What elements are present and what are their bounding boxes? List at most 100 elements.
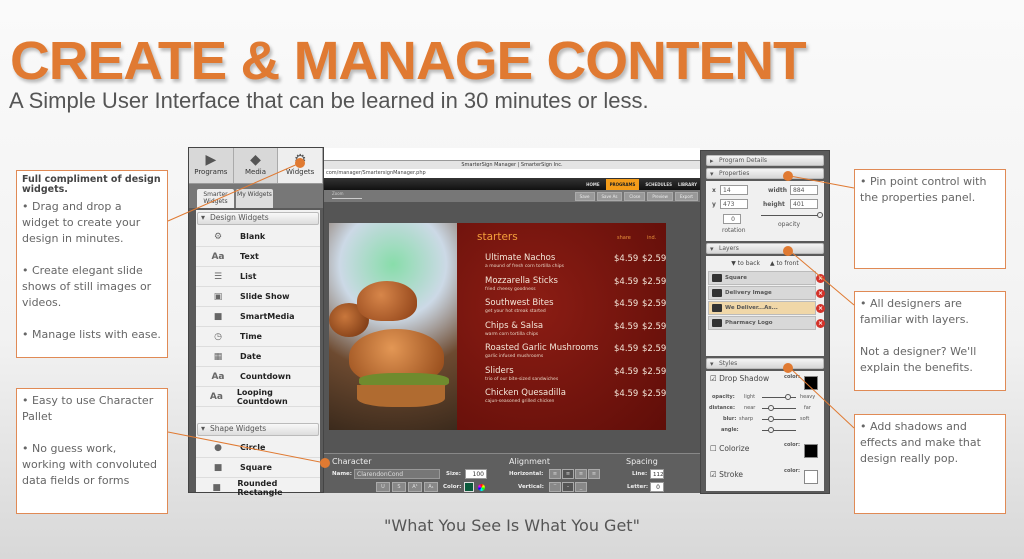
subtab-smarter-widgets[interactable]: Smarter Widgets <box>197 189 234 208</box>
nav-home[interactable]: HOME <box>586 182 599 187</box>
widget-item[interactable]: ☰ List <box>196 267 320 287</box>
alignment-heading: Alignment <box>509 457 550 466</box>
url-bar[interactable]: com/manager/SmartersignManager.php <box>324 169 700 178</box>
tab-programs[interactable]: ▶ Programs <box>189 148 234 183</box>
widget-item[interactable]: Aa Countdown <box>196 367 320 387</box>
opacity-slider[interactable] <box>761 215 819 216</box>
tab-label: Media <box>244 168 267 176</box>
menu-item-desc: fried cheesy goodness <box>485 286 536 292</box>
to-back-button[interactable]: ▼ to back <box>731 260 760 267</box>
subtab-my-widgets[interactable]: My Widgets <box>236 189 273 208</box>
visibility-icon[interactable] <box>712 289 722 297</box>
valign-top-button[interactable]: ‾ <box>549 482 561 492</box>
preview-button[interactable]: Preview <box>647 191 673 201</box>
widget-item[interactable]: ■ SmartMedia <box>196 307 320 327</box>
nav-programs[interactable]: PROGRAMS <box>605 178 640 190</box>
save-as-button[interactable]: Save As <box>596 191 623 201</box>
color-label: Color: <box>443 484 462 490</box>
layer-row[interactable]: Square × <box>708 271 825 285</box>
slider-knob[interactable] <box>785 394 791 400</box>
tab-label: Widgets <box>286 168 315 176</box>
color-wheel-icon[interactable] <box>478 484 485 491</box>
underline-button[interactable]: U <box>376 482 390 492</box>
stroke-checkbox[interactable]: ☑ Stroke <box>710 470 743 479</box>
layer-name: Square <box>725 275 747 281</box>
shape-widgets-section[interactable]: Shape Widgets <box>197 423 319 436</box>
delete-layer-icon[interactable]: × <box>816 318 825 328</box>
drop-shadow-checkbox[interactable]: ☑ Drop Shadow <box>710 374 769 383</box>
callout-properties: • Pin point control with the properties … <box>854 169 1006 269</box>
align-center-button[interactable]: ≡ <box>562 469 574 479</box>
menu-board: starters share ind. Ultimate Nachos a mou… <box>477 231 666 411</box>
color-swatch[interactable] <box>464 482 474 492</box>
properties-header[interactable]: Properties <box>706 168 824 179</box>
layers-header[interactable]: Layers <box>706 243 824 254</box>
align-right-button[interactable]: ≡ <box>575 469 587 479</box>
strike-button[interactable]: S <box>392 482 406 492</box>
tab-media[interactable]: ◆ Media <box>234 148 279 183</box>
visibility-icon[interactable] <box>712 274 722 282</box>
line-spacing-input[interactable]: 112 <box>650 469 664 479</box>
export-button[interactable]: Export <box>674 191 698 201</box>
shape-item[interactable]: ■ Rounded Rectangle <box>196 478 320 498</box>
visibility-icon[interactable] <box>712 319 722 327</box>
shape-item[interactable]: ■ Square <box>196 458 320 478</box>
letter-spacing-input[interactable]: 0 <box>650 482 664 492</box>
slider-knob[interactable] <box>768 416 774 422</box>
menu-item-desc: warm corn tortilla chips <box>485 331 539 337</box>
opacity-knob[interactable] <box>817 212 823 218</box>
to-front-button[interactable]: ▲ to front <box>770 260 799 267</box>
design-widgets-section[interactable]: Design Widgets <box>197 212 319 225</box>
widget-icon: ▣ <box>213 291 223 302</box>
close-button[interactable]: Close <box>624 191 646 201</box>
program-details-header[interactable]: Program Details <box>706 155 824 166</box>
colorize-color-swatch[interactable] <box>804 444 818 458</box>
x-input[interactable]: 14 <box>720 185 748 195</box>
widget-icon: Aa <box>211 371 225 382</box>
layer-row[interactable]: Delivery Image × <box>708 286 825 300</box>
valign-bottom-button[interactable]: _ <box>575 482 587 492</box>
styles-header[interactable]: Styles <box>706 358 824 369</box>
height-input[interactable]: 401 <box>790 199 818 209</box>
width-input[interactable]: 884 <box>790 185 818 195</box>
slider-knob[interactable] <box>768 427 774 433</box>
save-button[interactable]: Save <box>574 191 595 201</box>
visibility-icon[interactable] <box>712 304 722 312</box>
widget-icon: ◷ <box>214 331 222 342</box>
font-select[interactable]: ClarendonCond <box>354 469 440 479</box>
design-canvas[interactable]: starters share ind. Ultimate Nachos a mou… <box>329 223 666 430</box>
shape-item[interactable]: ● Circle <box>196 438 320 458</box>
price-ind: $2.59 <box>642 276 667 287</box>
widget-item[interactable]: Aa Looping Countdown <box>196 387 320 407</box>
delete-layer-icon[interactable]: × <box>816 288 825 298</box>
y-input[interactable]: 473 <box>720 199 748 209</box>
slider-knob[interactable] <box>768 405 774 411</box>
colorize-checkbox[interactable]: ☐ Colorize <box>710 444 749 453</box>
delete-layer-icon[interactable]: × <box>816 303 825 313</box>
callout-point: • Manage lists with ease. <box>22 328 161 341</box>
align-justify-button[interactable]: ≡ <box>588 469 600 479</box>
valign-middle-button[interactable]: – <box>562 482 574 492</box>
widget-item[interactable]: ⚙ Blank <box>196 227 320 247</box>
align-left-button[interactable]: ≡ <box>549 469 561 479</box>
delete-layer-icon[interactable]: × <box>816 273 825 283</box>
nav-library[interactable]: LIBRARY <box>678 182 697 187</box>
callout-point: Not a designer? We'll explain the benefi… <box>860 345 977 374</box>
menu-item-desc: get your hot streak started <box>485 309 546 314</box>
widget-item[interactable]: ◷ Time <box>196 327 320 347</box>
widget-item[interactable]: Aa Text <box>196 247 320 267</box>
zoom-slider[interactable]: Zoom <box>332 191 362 199</box>
layer-row[interactable]: Pharmacy Logo × <box>708 316 825 330</box>
layer-row[interactable]: We Deliver...As... × <box>708 301 825 315</box>
shadow-color-swatch[interactable] <box>804 376 818 390</box>
superscript-button[interactable]: A¹ <box>408 482 422 492</box>
nav-schedules[interactable]: SCHEDULES <box>645 182 672 187</box>
subscript-button[interactable]: A₁ <box>424 482 438 492</box>
light-label: light <box>744 394 756 400</box>
stroke-color-swatch[interactable] <box>804 470 818 484</box>
widget-item[interactable]: ▦ Date <box>196 347 320 367</box>
widget-icon: Aa <box>209 391 223 402</box>
rotation-input[interactable]: 0 <box>723 214 741 224</box>
size-input[interactable]: 100 <box>465 469 487 479</box>
widget-item[interactable]: ▣ Slide Show <box>196 287 320 307</box>
